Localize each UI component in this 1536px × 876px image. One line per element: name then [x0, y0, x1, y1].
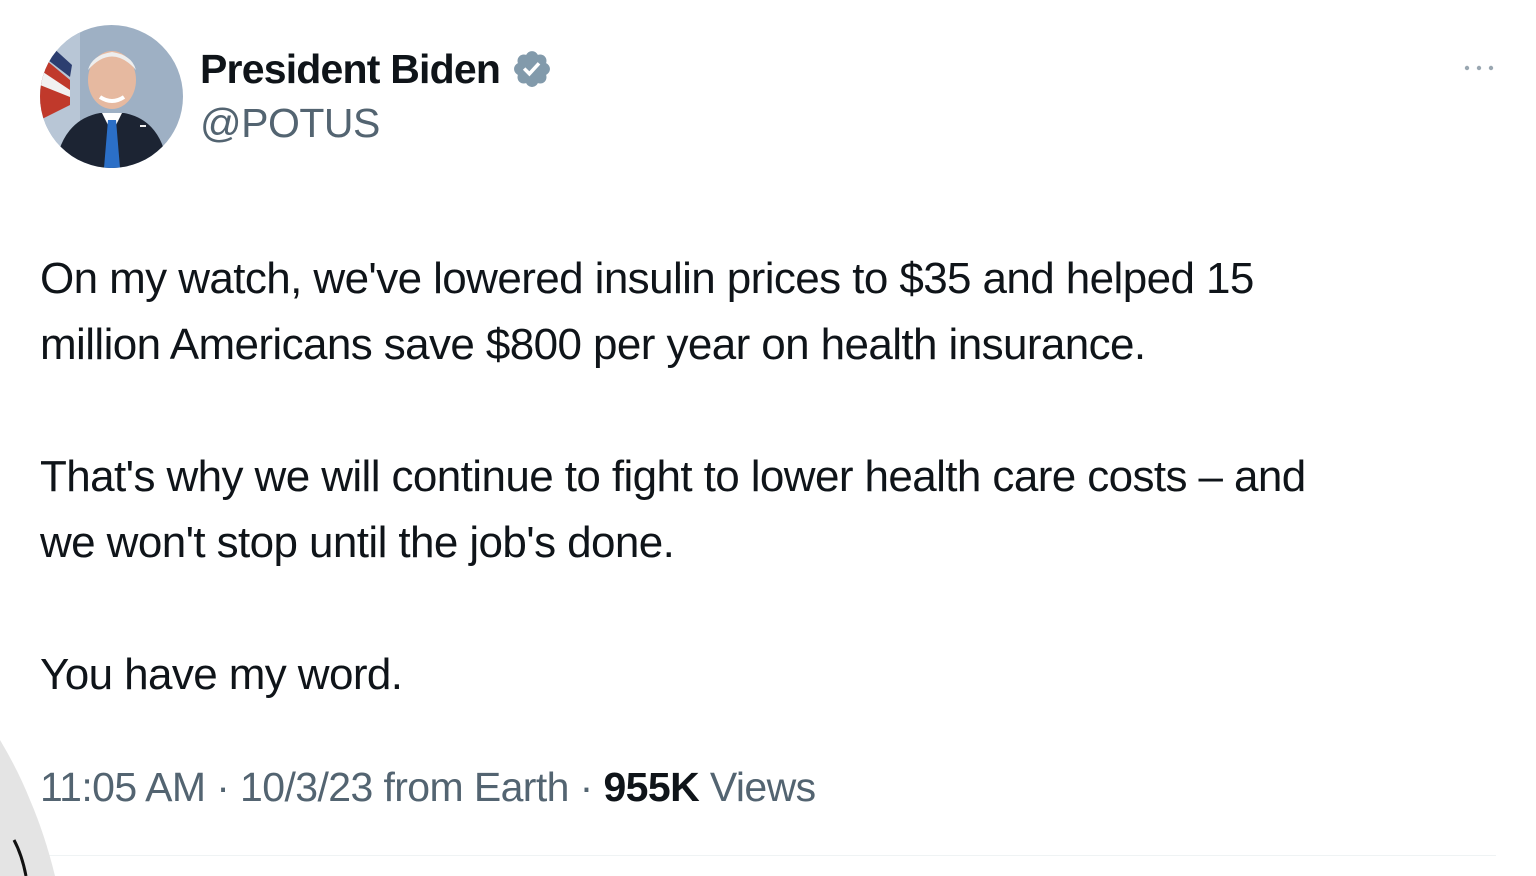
- verified-badge-icon: [514, 51, 551, 87]
- author-display-name[interactable]: President Biden: [200, 46, 501, 93]
- author-name-row[interactable]: President Biden: [200, 43, 553, 95]
- divider: [40, 855, 1496, 856]
- tweet-body: On my watch, we've lowered insulin price…: [40, 246, 1510, 708]
- screenshot-edge-shadow: [0, 740, 55, 876]
- author-handle[interactable]: @POTUS: [200, 100, 380, 147]
- meta-separator: ·: [216, 764, 230, 810]
- more-options-icon[interactable]: [1462, 62, 1496, 74]
- tweet-paragraph: That's why we will continue to fight to …: [40, 452, 1306, 567]
- profile-photo: [40, 25, 183, 168]
- tweet-page: President Biden @POTUS On my watch, we'v…: [0, 0, 1536, 876]
- tweet-paragraph: On my watch, we've lowered insulin price…: [40, 254, 1254, 369]
- views-label: Views: [709, 764, 816, 810]
- meta-separator: ·: [579, 764, 594, 810]
- tweet-metadata: 11:05 AM · 10/3/23 from Earth · 955K Vie…: [40, 764, 816, 811]
- avatar[interactable]: [40, 25, 183, 168]
- tweet-time[interactable]: 11:05 AM: [40, 764, 206, 810]
- views-count: 955K: [603, 764, 700, 810]
- tweet-date[interactable]: 10/3/23: [240, 764, 373, 810]
- tweet-source: from Earth: [383, 764, 569, 810]
- tweet-paragraph: You have my word.: [40, 650, 403, 699]
